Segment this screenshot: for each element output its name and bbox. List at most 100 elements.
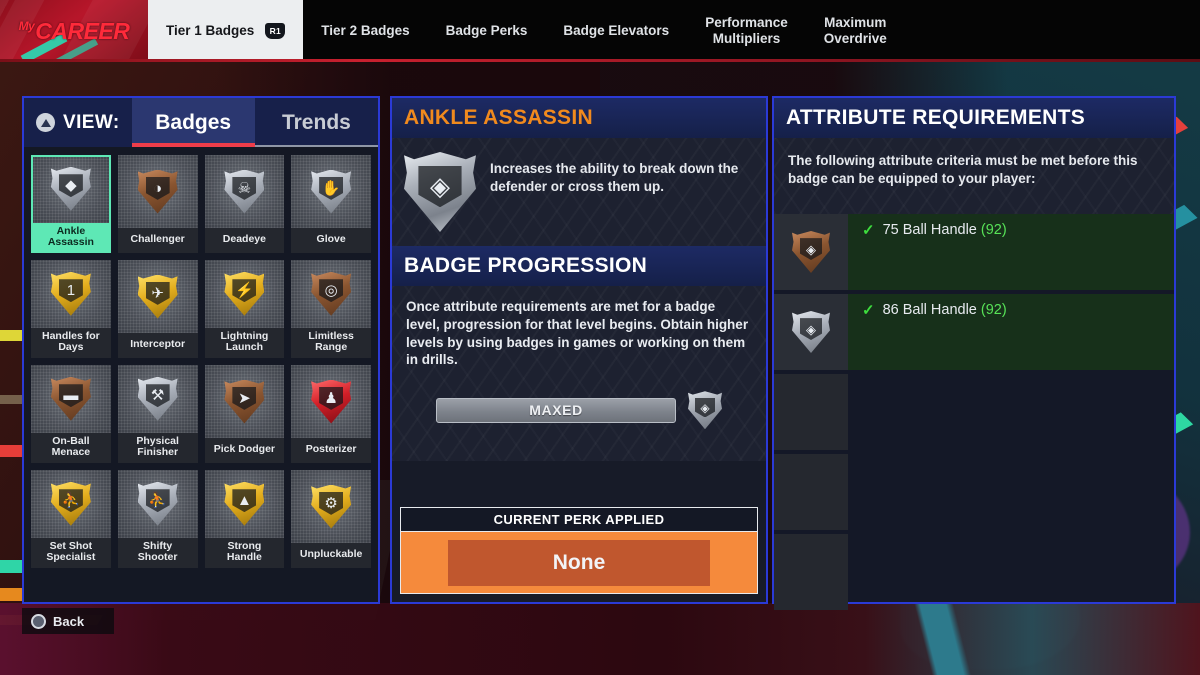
- requirement-threshold: 86: [882, 302, 899, 318]
- logo-main: CAREER: [35, 17, 130, 44]
- badge-detail-panel: ANKLE ASSASSIN ◈ Increases the ability t…: [390, 96, 768, 604]
- attribute-intro-section: The following attribute criteria must be…: [774, 138, 1174, 214]
- empty-requirement-body: [848, 454, 1174, 530]
- badge-cell-posterizer[interactable]: ♟ Posterizer: [291, 365, 371, 463]
- requirement-attribute: Ball Handle: [902, 222, 977, 238]
- badge-cell-label: Set Shot Specialist: [31, 537, 111, 568]
- empty-slot-icon: [774, 534, 848, 610]
- perk-value: None: [552, 550, 606, 574]
- empty-slot-icon: [774, 454, 848, 530]
- attribute-requirements-header: ATTRIBUTE REQUIREMENTS: [774, 98, 1174, 138]
- requirement-shield-icon: ◈: [774, 214, 848, 290]
- badge-cell-interceptor[interactable]: ✈ Interceptor: [117, 260, 198, 358]
- badge-cell-unpluckable[interactable]: ⚙ Unpluckable: [291, 470, 371, 568]
- requirement-text: ✓ 86 Ball Handle (92): [862, 301, 1174, 319]
- empty-requirement-body: [848, 374, 1174, 450]
- attribute-requirement-row: [774, 534, 1174, 610]
- requirement-current-value: (92): [980, 222, 1007, 238]
- requirement-body: ✓ 75 Ball Handle (92): [848, 214, 1174, 290]
- attribute-requirement-list: ◈ ✓ 75 Ball Handle (92) ◈ ✓ 86 Ball Handle (92): [774, 214, 1174, 610]
- badge-cell-label: Deadeye: [204, 228, 285, 253]
- nav-tab-tier-1-badges[interactable]: Tier 1 Badges R1: [148, 0, 304, 62]
- requirement-threshold: 75: [882, 222, 899, 238]
- nav-tab-tier-2-badges[interactable]: Tier 2 Badges: [303, 0, 427, 62]
- badge-cell-label: Strong Handle: [204, 537, 285, 568]
- view-tab-badges[interactable]: Badges: [131, 98, 256, 147]
- logo-prefix: My: [18, 19, 35, 33]
- nav-tab-performance-multipliers[interactable]: Performance Multipliers: [687, 0, 806, 62]
- badge-cell-label: Physical Finisher: [117, 432, 198, 463]
- attribute-requirement-row: ◈ ✓ 86 Ball Handle (92): [774, 294, 1174, 370]
- badge-cell-label: Ankle Assassin: [31, 222, 111, 253]
- badge-cell-label: Lightning Launch: [204, 327, 285, 358]
- badge-shield-icon: ⚙: [291, 470, 371, 543]
- badge-cell-strong-handle[interactable]: ▲ Strong Handle: [204, 470, 285, 568]
- badge-shield-icon: ➤: [204, 365, 285, 438]
- view-toggle-bar: VIEW: Badges Trends: [24, 98, 379, 147]
- r1-button-chip: R1: [265, 23, 286, 39]
- progression-header: BADGE PROGRESSION: [392, 246, 766, 286]
- badge-cell-glove[interactable]: ✋ Glove: [291, 155, 371, 253]
- view-tab-badges-label: Badges: [155, 110, 232, 134]
- back-button[interactable]: Back: [22, 608, 114, 634]
- badge-title: ANKLE ASSASSIN: [404, 106, 593, 129]
- nav-tab-badge-perks[interactable]: Badge Perks: [428, 0, 546, 62]
- top-navigation-bar: My CAREER Tier 1 Badges R1 Tier 2 Badges Bad…: [0, 0, 1200, 62]
- requirement-attribute: Ball Handle: [902, 302, 977, 318]
- badge-shield-icon: ✈: [117, 260, 198, 333]
- badge-cell-physical-finisher[interactable]: ⚒ Physical Finisher: [117, 365, 198, 463]
- nav-tab-label: Badge Perks: [445, 23, 528, 39]
- badge-cell-shifty-shooter[interactable]: ⛹ Shifty Shooter: [117, 470, 198, 568]
- badge-cell-set-shot-specialist[interactable]: ⛹ Set Shot Specialist: [31, 470, 111, 568]
- badge-cell-deadeye[interactable]: ☠ Deadeye: [204, 155, 285, 253]
- badge-cell-label: Challenger: [117, 228, 198, 253]
- badge-cell-label: Pick Dodger: [204, 438, 285, 463]
- badge-shield-icon: ◆: [31, 155, 111, 223]
- playstation-triangle-icon: [36, 113, 55, 132]
- attribute-requirement-row: ◈ ✓ 75 Ball Handle (92): [774, 214, 1174, 290]
- badge-grid: ◆ Ankle Assassin ◑ Challenger ☠ Deadeye ✋ Glove…: [24, 147, 378, 576]
- view-label: VIEW:: [63, 111, 120, 133]
- attribute-intro-text: The following attribute criteria must be…: [788, 153, 1138, 187]
- badge-cell-ankle-assassin[interactable]: ◆ Ankle Assassin: [31, 155, 111, 253]
- attribute-requirement-row: [774, 374, 1174, 450]
- badge-cell-label: Limitless Range: [291, 327, 371, 358]
- badge-cell-pick-dodger[interactable]: ➤ Pick Dodger: [204, 365, 285, 463]
- progression-section: Once attribute requirements are met for …: [392, 286, 766, 461]
- view-tab-trends-label: Trends: [281, 110, 351, 134]
- view-tab-trends[interactable]: Trends: [254, 98, 379, 147]
- progression-title: BADGE PROGRESSION: [404, 254, 648, 277]
- view-label-group: VIEW:: [24, 98, 132, 147]
- badge-shield-icon: ☠: [204, 155, 285, 228]
- nav-tab-maximum-overdrive[interactable]: Maximum Overdrive: [806, 0, 905, 62]
- progress-bar[interactable]: MAXED: [436, 397, 676, 423]
- check-icon: ✓: [862, 222, 875, 239]
- badge-description: Increases the ability to break down the …: [490, 161, 739, 195]
- back-button-label: Back: [53, 613, 85, 629]
- progression-description: Once attribute requirements are met for …: [406, 299, 749, 368]
- mycareer-logo: My CAREER: [0, 0, 148, 62]
- badge-cell-challenger[interactable]: ◑ Challenger: [117, 155, 198, 253]
- playstation-circle-icon: [31, 613, 46, 629]
- perk-value-box: None: [448, 539, 710, 586]
- badge-shield-icon: ⛹: [117, 470, 198, 538]
- attribute-requirement-row: [774, 454, 1174, 530]
- badge-cell-lightning-launch[interactable]: ⚡ Lightning Launch: [204, 260, 285, 358]
- perk-header: CURRENT PERK APPLIED: [400, 507, 758, 532]
- badge-shield-icon: ⚒: [117, 365, 198, 433]
- requirement-shield-icon: ◈: [774, 294, 848, 370]
- badge-cell-label: Posterizer: [291, 438, 371, 463]
- perk-body[interactable]: None: [400, 532, 758, 594]
- nav-tab-badge-elevators[interactable]: Badge Elevators: [545, 0, 687, 62]
- badge-cell-handles-for-days[interactable]: 1 Handles for Days: [31, 260, 111, 358]
- progression-bar-row: MAXED ◈: [406, 391, 752, 430]
- ankle-assassin-shield-icon: ◈: [404, 152, 476, 232]
- badge-description-section: ◈ Increases the ability to break down th…: [392, 138, 766, 246]
- nav-tab-label: Badge Elevators: [563, 23, 670, 39]
- badge-cell-limitless-range[interactable]: ◎ Limitless Range: [291, 260, 371, 358]
- logo-text: My CAREER: [0, 0, 148, 62]
- badge-cell-on-ball-menace[interactable]: ▬ On-Ball Menace: [31, 365, 111, 463]
- nav-tab-label: Tier 2 Badges: [321, 23, 410, 39]
- perk-header-label: CURRENT PERK APPLIED: [493, 512, 665, 527]
- badge-shield-icon: ♟: [291, 365, 371, 438]
